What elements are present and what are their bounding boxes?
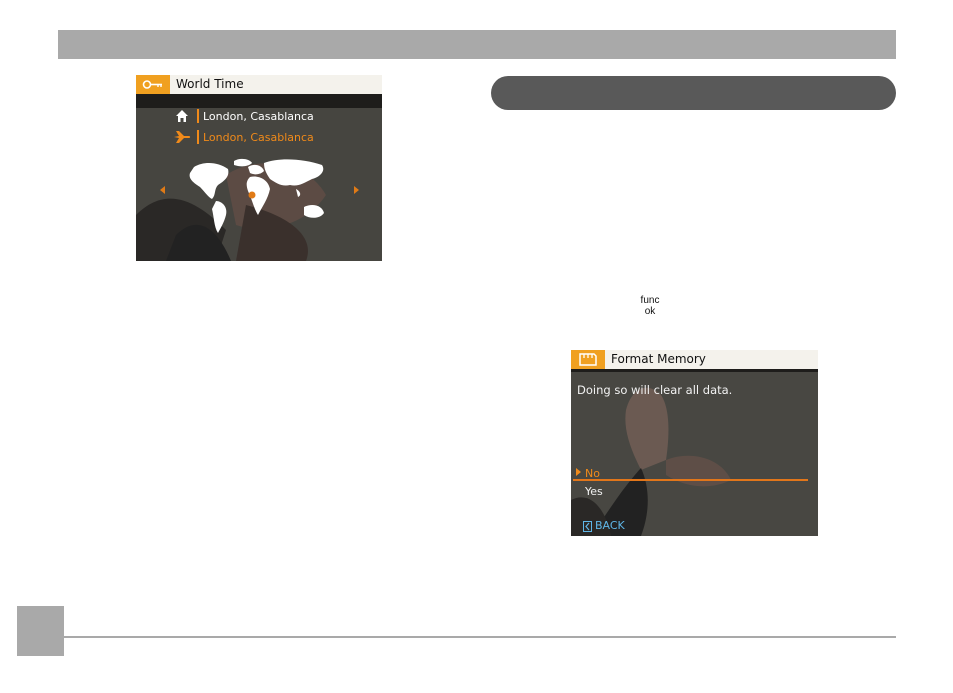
world-map[interactable]	[176, 157, 336, 235]
selection-arrow-icon	[576, 468, 581, 476]
travel-city-divider	[197, 130, 199, 144]
screen-title: Format Memory	[611, 352, 706, 366]
back-button[interactable]: BACK	[595, 519, 625, 532]
memory-card-icon	[571, 350, 605, 369]
location-marker	[248, 191, 256, 199]
home-city[interactable]: London, Casablanca	[203, 110, 314, 123]
title-shadow-band	[136, 94, 382, 108]
key-icon	[136, 75, 170, 94]
format-memory-screen: Format Memory Doing so will clear all da…	[571, 350, 818, 536]
airplane-icon	[174, 131, 191, 143]
title-bar: World Time	[136, 75, 382, 94]
left-arrow-icon[interactable]	[160, 186, 165, 194]
title-shadow-band	[571, 369, 818, 372]
warning-message: Doing so will clear all data.	[577, 383, 733, 397]
page-number-box	[17, 606, 64, 656]
section-heading-bar	[491, 76, 896, 110]
title-bar: Format Memory	[571, 350, 818, 369]
header-bar	[58, 30, 896, 59]
home-icon	[176, 110, 188, 122]
selection-underline	[573, 479, 808, 481]
ok-label: ok	[644, 306, 656, 317]
footer-rule	[64, 636, 896, 638]
back-icon[interactable]	[583, 521, 592, 532]
func-ok-button: func ok	[637, 295, 663, 317]
func-label: func	[640, 295, 660, 306]
world-time-screen: World Time London, Casablanca London, Ca…	[136, 75, 382, 261]
option-yes[interactable]: Yes	[585, 485, 603, 498]
background-flower-image	[571, 350, 818, 536]
right-arrow-icon[interactable]	[354, 186, 359, 194]
travel-city[interactable]: London, Casablanca	[203, 131, 314, 144]
screen-title: World Time	[176, 77, 244, 91]
home-city-divider	[197, 109, 199, 123]
